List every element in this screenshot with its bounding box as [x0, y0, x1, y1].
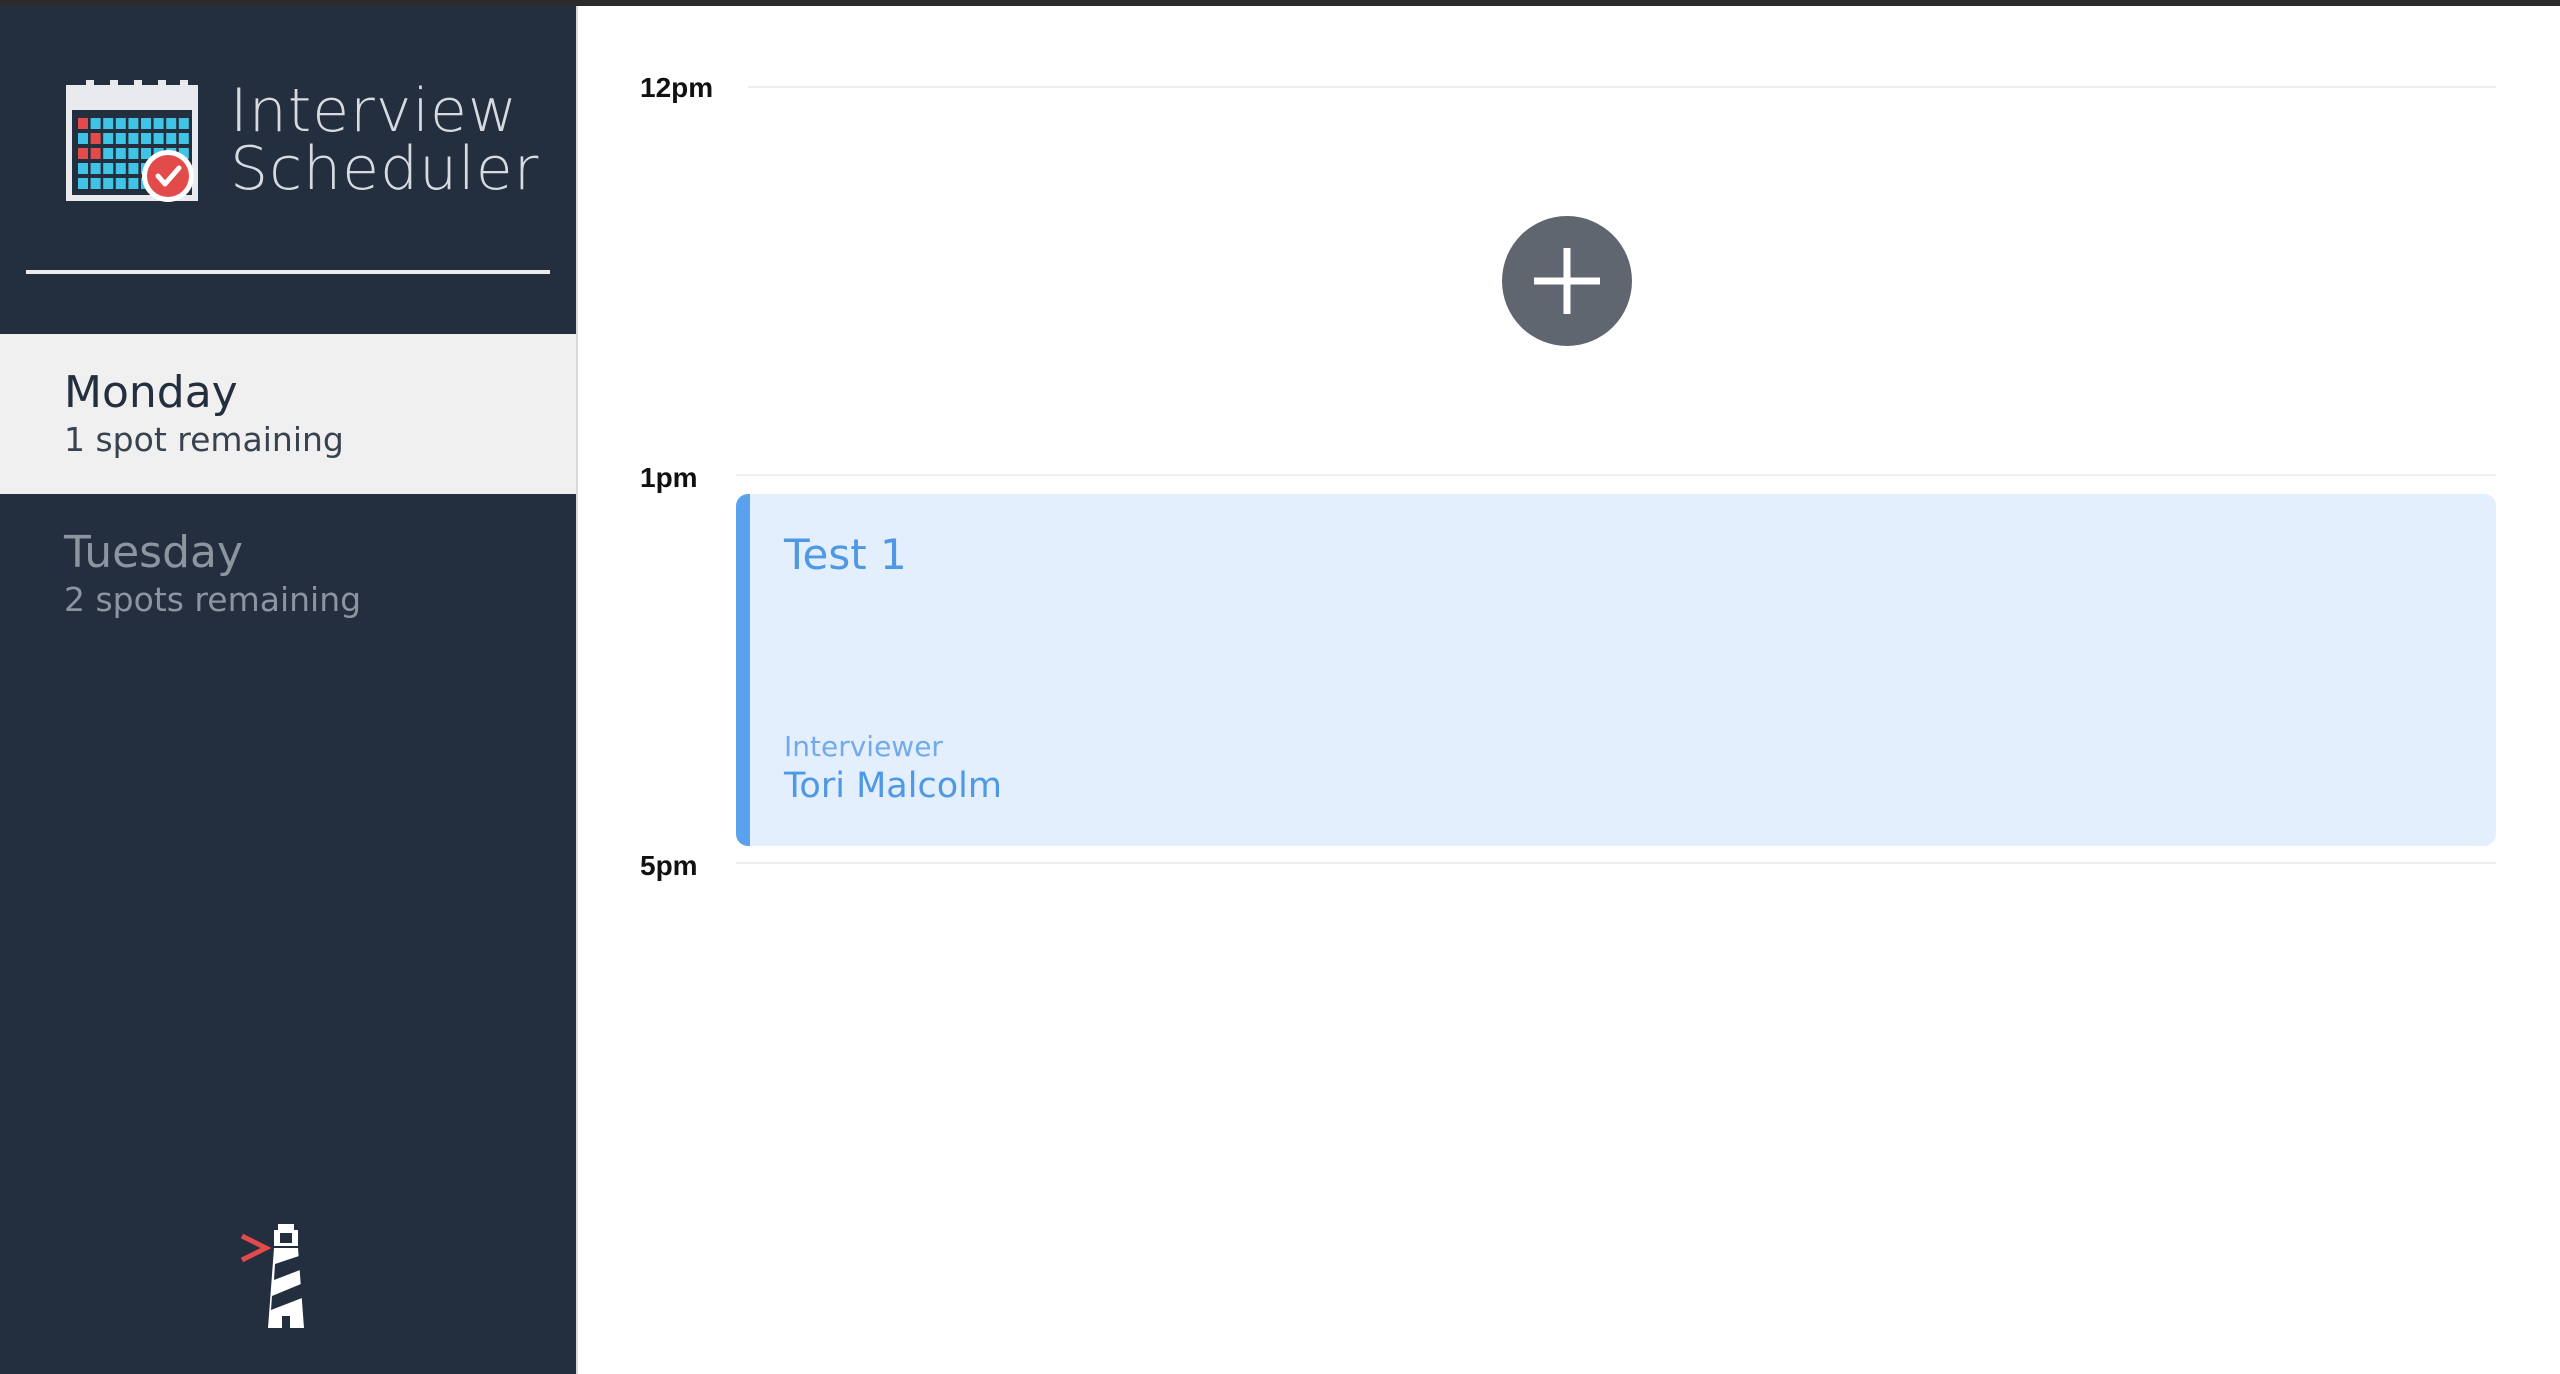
lighthouse-icon [238, 1224, 308, 1332]
add-appointment-button[interactable] [1502, 216, 1632, 346]
app-title-line1: Interview [230, 76, 518, 146]
header-divider [26, 270, 550, 274]
time-label-12pm: 12pm [640, 72, 714, 103]
interviewer-label: Interviewer [784, 730, 943, 763]
time-label-5pm: 5pm [640, 850, 698, 881]
day-item-tuesday[interactable]: Tuesday 2 spots remaining [0, 494, 576, 654]
hour-line [736, 862, 2496, 864]
day-item-monday[interactable]: Monday 1 spot remaining [0, 334, 576, 494]
app-title-line2: Scheduler [230, 134, 540, 204]
time-label-1pm: 1pm [640, 462, 698, 493]
day-name: Tuesday [64, 527, 244, 578]
sidebar: Interview Scheduler Monday 1 spot remain… [0, 6, 576, 1374]
appointment-card[interactable]: Test 1 Interviewer Tori Malcolm [736, 494, 2496, 846]
plus-icon [1534, 248, 1600, 314]
day-name: Monday [64, 367, 238, 418]
hour-line [736, 474, 2496, 476]
hour-line [748, 86, 2496, 88]
appointment-title: Test 1 [784, 530, 907, 579]
interviewer-name: Tori Malcolm [784, 766, 1002, 806]
day-spots: 2 spots remaining [64, 580, 362, 619]
calendar-check-icon [66, 80, 200, 208]
day-spots: 1 spot remaining [64, 420, 344, 459]
app-title: Interview Scheduler [230, 76, 540, 204]
sidebar-border [576, 6, 578, 1374]
